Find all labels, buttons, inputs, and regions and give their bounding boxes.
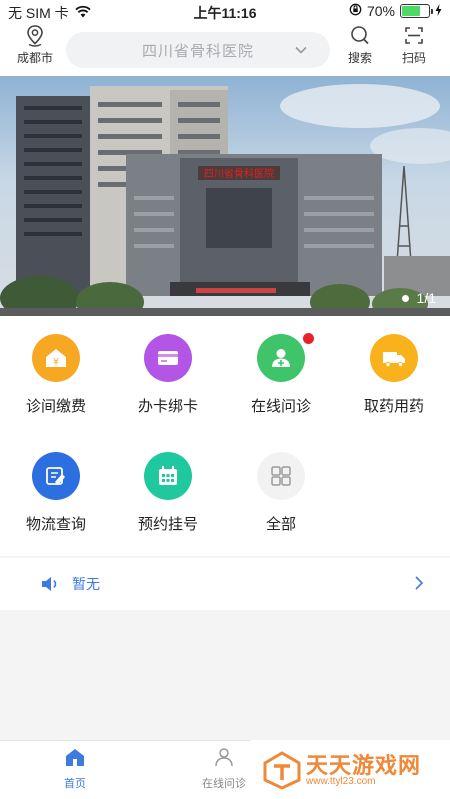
service-icon-bg: [32, 452, 80, 500]
banner-dot: [401, 294, 409, 302]
header: 成都市 四川省骨科医院 搜索 扫码: [0, 24, 450, 76]
banner-page-count: 1/1: [416, 290, 436, 306]
service-label: 取药用药: [363, 398, 424, 415]
watermark-logo-icon: [263, 751, 301, 790]
hospital-select[interactable]: 四川省骨科医院: [66, 32, 330, 68]
service-label: 在线问诊: [250, 398, 311, 415]
banner-carousel[interactable]: 四川省骨科医院 1/1: [0, 76, 450, 316]
watermark: 天天游戏网 www.ttyl23.com: [250, 740, 450, 799]
speaker-icon: [42, 577, 57, 591]
scan-label: 扫码: [401, 51, 426, 65]
tab-consult-label: 在线问诊: [202, 778, 246, 790]
service-label: 预约挂号: [137, 516, 198, 533]
service-all[interactable]: 全部: [225, 452, 337, 534]
service-icon-bg: [144, 334, 192, 382]
service-label: 诊间缴费: [25, 398, 86, 415]
charging-icon: [435, 3, 442, 19]
notification-badge: [303, 333, 314, 344]
service-icon-bg: [144, 452, 192, 500]
service-pickup-medicine[interactable]: 取药用药: [338, 334, 450, 416]
tab-home[interactable]: 首页: [40, 747, 110, 791]
svg-text:¥: ¥: [53, 358, 59, 368]
battery-percent: 70%: [366, 3, 395, 19]
grid-icon: [271, 466, 291, 486]
service-card-binding[interactable]: 办卡绑卡: [112, 334, 224, 416]
notice-text: 暂无: [72, 576, 100, 592]
tab-online-consult[interactable]: 在线问诊: [189, 747, 259, 791]
calendar-icon: [159, 466, 177, 485]
delivery-truck-icon: [383, 352, 405, 368]
clinic-payment-icon: ¥: [46, 349, 66, 368]
status-bar: 无 SIM 卡 上午11:16 70%: [0, 0, 450, 24]
service-appointment[interactable]: 预约挂号: [112, 452, 224, 534]
card-icon: [158, 351, 178, 365]
doctor-icon: [272, 349, 290, 367]
search-button[interactable]: 搜索: [340, 24, 380, 66]
service-online-consult[interactable]: 在线问诊: [225, 333, 337, 416]
service-clinic-payment[interactable]: ¥ 诊间缴费: [0, 334, 112, 416]
location-pin-icon: [27, 25, 43, 47]
service-label: 全部: [265, 516, 296, 533]
doctor-tab-icon: [215, 748, 233, 767]
service-icon-bg: [257, 452, 305, 500]
service-grid: ¥ 诊间缴费 办卡绑卡 在线问诊 取药用药 物流查询 预约挂号 全部: [0, 316, 450, 556]
service-icon-bg: [257, 333, 314, 382]
location-button[interactable]: 成都市: [12, 24, 58, 66]
home-icon: [66, 749, 84, 766]
hospital-building-image: 四川省骨科医院: [0, 84, 450, 316]
service-icon-bg: ¥: [32, 334, 80, 382]
building-sign: 四川省骨科医院: [204, 167, 274, 180]
logistics-icon: [46, 467, 65, 485]
service-label: 办卡绑卡: [137, 398, 198, 415]
location-label: 成都市: [16, 51, 53, 65]
search-label: 搜索: [347, 51, 372, 65]
hospital-name: 四川省骨科医院: [141, 42, 254, 60]
watermark-url: www.ttyl23.com: [306, 776, 376, 787]
chevron-right-icon: [415, 576, 424, 590]
scan-button[interactable]: 扫码: [394, 24, 434, 66]
service-logistics[interactable]: 物流查询: [0, 452, 112, 534]
chevron-down-icon: [295, 46, 307, 54]
tab-home-label: 首页: [64, 778, 86, 790]
banner-indicator: 1/1: [401, 290, 436, 306]
status-right: 70%: [349, 3, 442, 19]
battery-icon: [400, 4, 433, 18]
orientation-lock-icon: [349, 3, 362, 19]
service-label: 物流查询: [25, 516, 86, 533]
notice-bar[interactable]: 暂无: [0, 558, 450, 610]
scan-icon: [405, 27, 423, 44]
search-icon: [351, 26, 369, 45]
service-icon-bg: [370, 334, 418, 382]
